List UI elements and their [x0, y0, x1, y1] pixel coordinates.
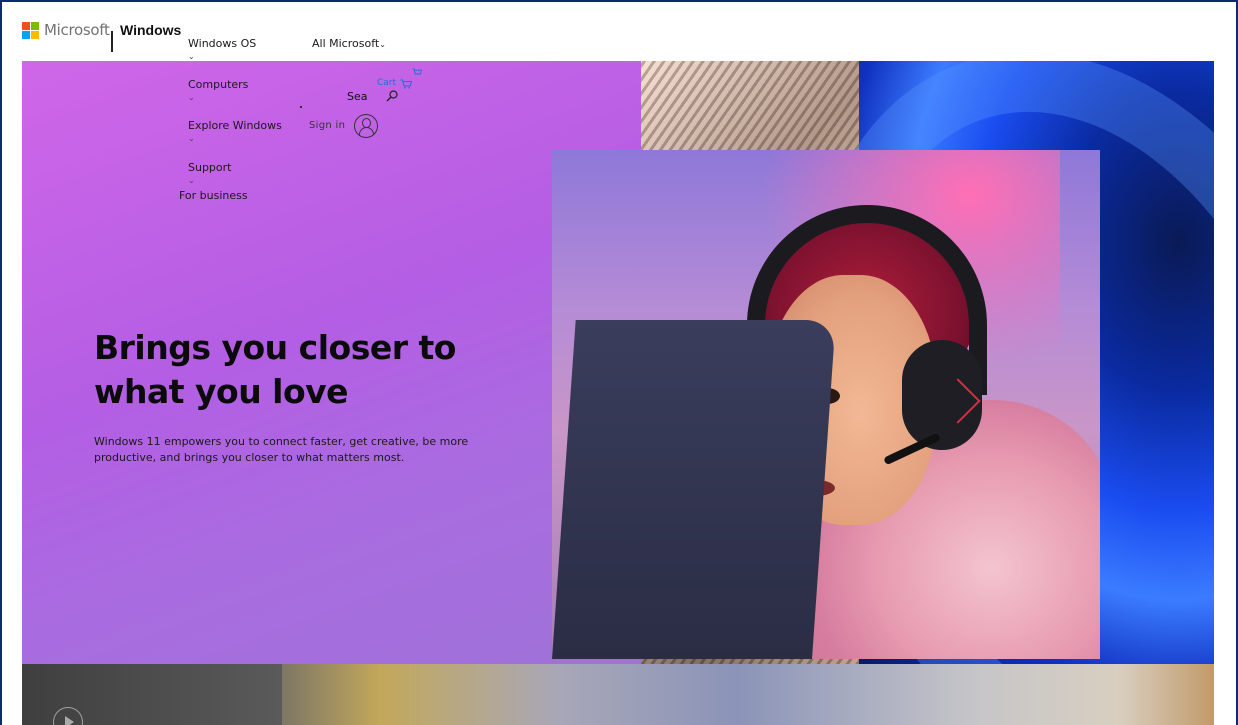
all-microsoft-label: All Microsoft	[312, 37, 380, 50]
user-avatar-icon[interactable]	[354, 114, 378, 138]
nav-support[interactable]: Support	[188, 161, 231, 174]
page-margin	[1214, 61, 1236, 725]
nav-explore-windows[interactable]: Explore Windows	[188, 119, 282, 132]
sign-in-link[interactable]: Sign in	[309, 120, 345, 131]
hero-content: Brings you closer to what you love Windo…	[94, 326, 524, 466]
microsoft-logo-text: Microsoft	[44, 21, 110, 39]
microsoft-logo-icon	[22, 21, 39, 39]
search-label[interactable]: Sea	[347, 90, 368, 103]
microsoft-logo[interactable]: Microsoft	[22, 21, 110, 39]
hero-gamer-photo	[552, 150, 1100, 659]
hero-title: Brings you closer to what you love	[94, 328, 456, 411]
nav-computers[interactable]: Computers	[188, 78, 248, 91]
cart-link[interactable]: Cart	[377, 78, 396, 88]
separator-dot	[300, 106, 302, 108]
all-microsoft-menu[interactable]: All Microsoft⌄	[312, 37, 386, 50]
cart-icon	[412, 68, 422, 75]
chevron-down-icon: ⌄	[188, 52, 195, 61]
header-divider	[111, 31, 113, 52]
search-icon[interactable]	[386, 90, 398, 102]
chevron-down-icon: ⌄	[188, 176, 195, 185]
next-section-image	[22, 664, 1214, 725]
cart-icon[interactable]	[400, 79, 412, 89]
chevron-down-icon: ⌄	[188, 93, 195, 102]
chevron-down-icon: ⌄	[188, 134, 195, 143]
nav-for-business[interactable]: For business	[179, 189, 248, 202]
chevron-down-icon: ⌄	[379, 40, 386, 49]
hero-description: Windows 11 empowers you to connect faste…	[94, 435, 469, 464]
nav-windows-os[interactable]: Windows OS	[188, 37, 256, 50]
windows-brand-link[interactable]: Windows	[120, 22, 181, 38]
